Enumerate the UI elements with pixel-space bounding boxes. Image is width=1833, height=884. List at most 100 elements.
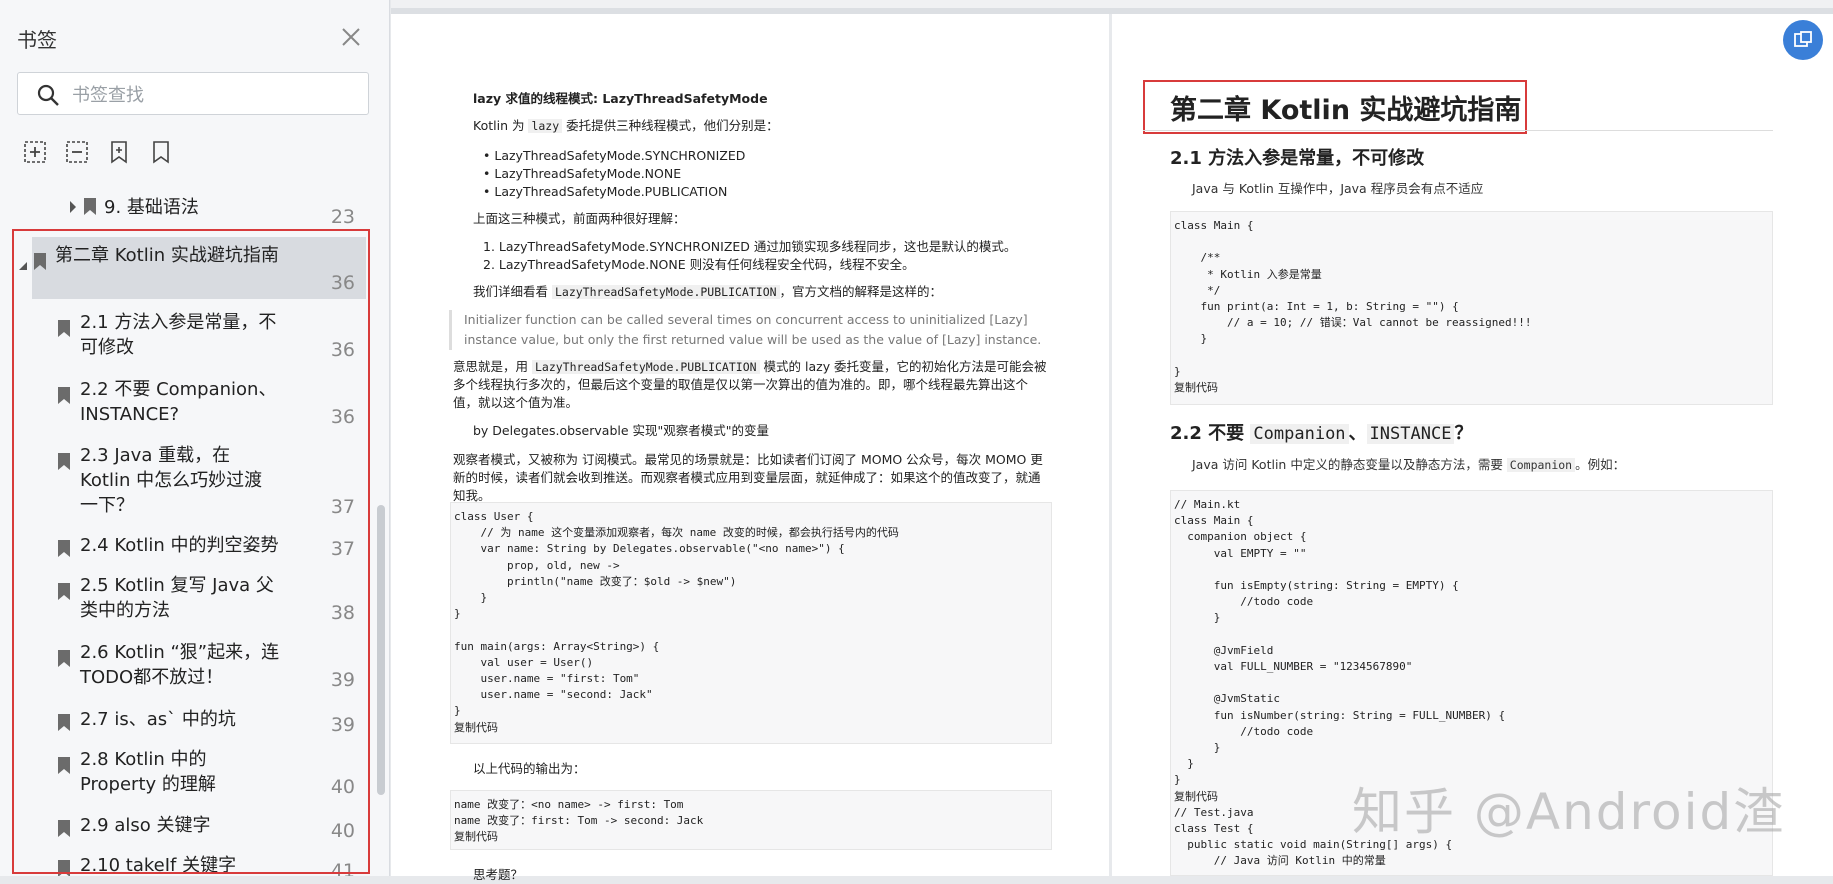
sidebar-scrollbar[interactable] — [377, 505, 385, 795]
mode-desc-text: LazyThreadSafetyMode.SYNCHRONIZED 通过加锁实现… — [498, 239, 1017, 254]
meaning-paragraph: 意思就是，用 LazyThreadSafetyMode.PUBLICATION … — [453, 358, 1049, 412]
bookmark-icon — [58, 714, 70, 731]
mode-item: • LazyThreadSafetyMode.NONE — [483, 166, 682, 181]
bookmark-icon — [58, 453, 70, 470]
mode-desc-item: 2. LazyThreadSafetyMode.NONE 则没有任何线程安全代码… — [483, 257, 915, 272]
p22-code: Companion — [1506, 458, 1576, 472]
collapse-all-icon[interactable] — [64, 139, 90, 165]
mode-desc-item: 1. LazyThreadSafetyMode.SYNCHRONIZED 通过加… — [483, 239, 1017, 254]
h22-mid: 、 — [1348, 423, 1367, 444]
intro-code: lazy — [528, 119, 563, 133]
bookmark-item-2-7[interactable]: 2.7 is、as` 中的坑 39 — [0, 702, 375, 742]
section-2-2-heading: 2.2 不要 Companion、 INSTANCE？ — [1170, 419, 1472, 445]
h22-post: ？ — [1454, 423, 1473, 444]
bookmark-label: 2.1 方法入参是常量，不可修改 — [80, 312, 277, 358]
bookmark-icon[interactable] — [148, 139, 174, 165]
bookmark-label: 2.5 Kotlin 复写 Java 父类中的方法 — [80, 575, 274, 621]
mode-list: • LazyThreadSafetyMode.SYNCHRONIZED • La… — [483, 147, 745, 201]
bookmark-page: 38 — [330, 602, 355, 624]
bookmark-icon — [34, 253, 46, 270]
bookmark-icon — [58, 757, 70, 774]
bookmark-icon — [58, 320, 70, 337]
observer-paragraph: 观察者模式，又被称为 订阅模式。最常见的场景就是：比如读者们订阅了 MOMO 公… — [453, 452, 1043, 503]
bookmark-page: 41 — [330, 860, 355, 876]
previous-page-edge — [391, 0, 1833, 14]
close-icon[interactable] — [338, 24, 364, 50]
tail-text: 思考题？ — [473, 867, 524, 882]
mode-desc-text: LazyThreadSafetyMode.NONE 则没有任何线程安全代码，线程… — [498, 257, 915, 272]
search-icon — [37, 84, 59, 106]
bookmark-item-2-1[interactable]: 2.1 方法入参是常量，不可修改 36 — [0, 305, 375, 365]
code-block-observable[interactable]: class User { // 为 name 这个变量添加观察者，每次 name… — [450, 502, 1052, 744]
bookmark-page: 23 — [330, 206, 355, 228]
bookmark-label: 第二章 Kotlin 实战避坑指南 — [55, 245, 279, 266]
bookmark-page: 39 — [330, 714, 355, 736]
bookmark-search-input[interactable] — [70, 81, 354, 109]
bookmark-search[interactable] — [17, 72, 369, 115]
chapter-divider — [1143, 130, 1773, 131]
bookmark-icon — [58, 583, 70, 600]
output-label: 以上代码的输出为： — [473, 761, 586, 776]
intro-pre: Kotlin 为 — [473, 118, 529, 133]
mode-item: • LazyThreadSafetyMode.SYNCHRONIZED — [483, 148, 746, 163]
meaning-pre: 意思就是，用 — [453, 359, 532, 374]
collapse-arrow-icon[interactable] — [18, 261, 28, 271]
h22-code-2: INSTANCE — [1366, 424, 1455, 444]
expand-all-icon[interactable] — [22, 139, 48, 165]
intro-paragraph: Kotlin 为 lazy 委托提供三种线程模式，他们分别是： — [473, 117, 779, 135]
bookmark-item-2-6[interactable]: 2.6 Kotlin “狠”起来，连TODO都不放过！ 39 — [0, 635, 375, 697]
bookmark-label: 2.6 Kotlin “狠”起来，连TODO都不放过！ — [80, 642, 280, 688]
bookmark-sidebar: 书签 9. 基础语法 23 第二章 Kotlin 实战避坑指南 36 2.1 — [0, 0, 390, 876]
code-block-output[interactable]: name 改变了：<no name> -> first: Tom name 改变… — [450, 790, 1052, 850]
bookmark-item-2-8[interactable]: 2.8 Kotlin 中的 Property 的理解 40 — [0, 742, 375, 804]
expand-arrow-icon[interactable] — [68, 200, 78, 214]
screenshot-translate-icon — [1794, 31, 1812, 47]
by-delegates-heading: by Delegates.observable 实现"观察者模式"的变量 — [473, 423, 770, 438]
section-2-1-heading: 2.1 方法入参是常量，不可修改 — [1170, 148, 1425, 169]
detail-paragraph: 我们详细看看 LazyThreadSafetyMode.PUBLICATION，… — [473, 283, 942, 301]
bookmark-page: 36 — [330, 272, 355, 294]
bookmark-label: 2.7 is、as` 中的坑 — [80, 709, 236, 730]
bookmark-item-basic-syntax[interactable]: 9. 基础语法 23 — [0, 190, 375, 230]
chapter-title: 第二章 Kotlin 实战避坑指南 — [1170, 95, 1522, 126]
code-block-2-1[interactable]: class Main { /** * Kotlin 入参是常量 */ fun p… — [1170, 211, 1773, 405]
mode-text: LazyThreadSafetyMode.SYNCHRONIZED — [494, 148, 746, 163]
bookmark-item-2-4[interactable]: 2.4 Kotlin 中的判空姿势 37 — [0, 528, 375, 568]
bookmark-icon — [58, 650, 70, 667]
bookmark-item-2-9[interactable]: 2.9 also 关键字 40 — [0, 808, 375, 848]
document-page-left — [391, 14, 1109, 876]
mode-text: LazyThreadSafetyMode.PUBLICATION — [494, 184, 728, 199]
detail-pre: 我们详细看看 — [473, 284, 552, 299]
bookmark-page: 37 — [330, 496, 355, 518]
sidebar-title: 书签 — [17, 28, 57, 52]
add-bookmark-icon[interactable] — [106, 139, 132, 165]
bookmark-label: 2.8 Kotlin 中的 Property 的理解 — [80, 749, 216, 795]
understand-text: 上面这三种模式，前面两种很好理解： — [473, 211, 686, 226]
bookmark-icon — [58, 387, 70, 404]
bookmark-item-2-2[interactable]: 2.2 不要 Companion、INSTANCE? 36 — [0, 372, 375, 432]
bookmark-page: 36 — [330, 339, 355, 361]
bookmark-item-chapter-2[interactable]: 第二章 Kotlin 实战避坑指南 36 — [0, 237, 375, 299]
p22-pre: Java 访问 Kotlin 中定义的静态变量以及静态方法，需要 — [1192, 457, 1507, 472]
zhihu-watermark: 知乎 @Android渣 — [1352, 783, 1786, 841]
bookmark-item-2-3[interactable]: 2.3 Java 重载，在 Kotlin 中怎么巧妙过渡一下？ 37 — [0, 438, 375, 523]
floating-action-button[interactable] — [1783, 20, 1823, 60]
intro-post: 委托提供三种线程模式，他们分别是： — [562, 118, 779, 133]
bookmark-icon — [84, 198, 96, 215]
p22-post: 。例如： — [1575, 457, 1626, 472]
bookmark-label: 2.4 Kotlin 中的判空姿势 — [80, 535, 279, 556]
bookmark-label: 2.2 不要 Companion、INSTANCE? — [80, 379, 277, 425]
mode-item: • LazyThreadSafetyMode.PUBLICATION — [483, 184, 728, 199]
bookmark-label: 2.3 Java 重载，在 Kotlin 中怎么巧妙过渡一下？ — [80, 445, 263, 516]
bookmark-label: 9. 基础语法 — [104, 197, 199, 218]
h22-code-1: Companion — [1250, 424, 1349, 444]
detail-code: LazyThreadSafetyMode.PUBLICATION — [551, 285, 780, 299]
bookmark-icon — [58, 860, 70, 876]
bookmark-tree: 9. 基础语法 23 第二章 Kotlin 实战避坑指南 36 2.1 方法入参… — [0, 190, 375, 876]
h22-pre: 2.2 不要 — [1170, 423, 1251, 444]
bookmark-item-2-10[interactable]: 2.10 takeIf 关键字 41 — [0, 848, 375, 876]
bookmark-item-2-5[interactable]: 2.5 Kotlin 复写 Java 父类中的方法 38 — [0, 568, 375, 630]
bookmark-icon — [58, 820, 70, 837]
doc-quote: Initializer function can be called sever… — [449, 310, 1046, 350]
bookmark-icon — [58, 540, 70, 557]
